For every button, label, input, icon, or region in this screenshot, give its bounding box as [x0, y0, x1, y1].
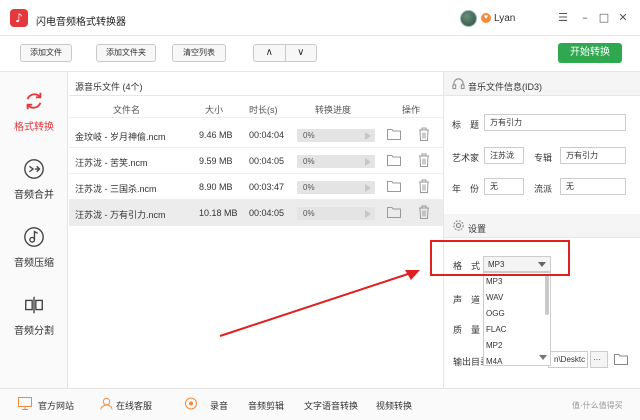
official-site-link[interactable]: 官方网站 — [38, 399, 74, 412]
record-link[interactable]: 录音 — [210, 399, 228, 412]
tts-link[interactable]: 文字语音转换 — [304, 399, 358, 412]
annotation-arrow — [219, 270, 420, 337]
online-service-link[interactable]: 在线客服 — [116, 399, 152, 412]
watermark: 值·什么值得买 — [572, 401, 623, 410]
customer-service-icon — [100, 397, 113, 410]
record-icon — [185, 397, 197, 410]
monitor-icon — [18, 397, 32, 410]
video-convert-link[interactable]: 视频转换 — [376, 399, 412, 412]
bottom-bar: 官方网站 在线客服 录音 音频剪辑 文字语音转换 视频转换 值·什么值得买 — [0, 388, 640, 420]
audio-edit-link[interactable]: 音频剪辑 — [248, 399, 284, 412]
